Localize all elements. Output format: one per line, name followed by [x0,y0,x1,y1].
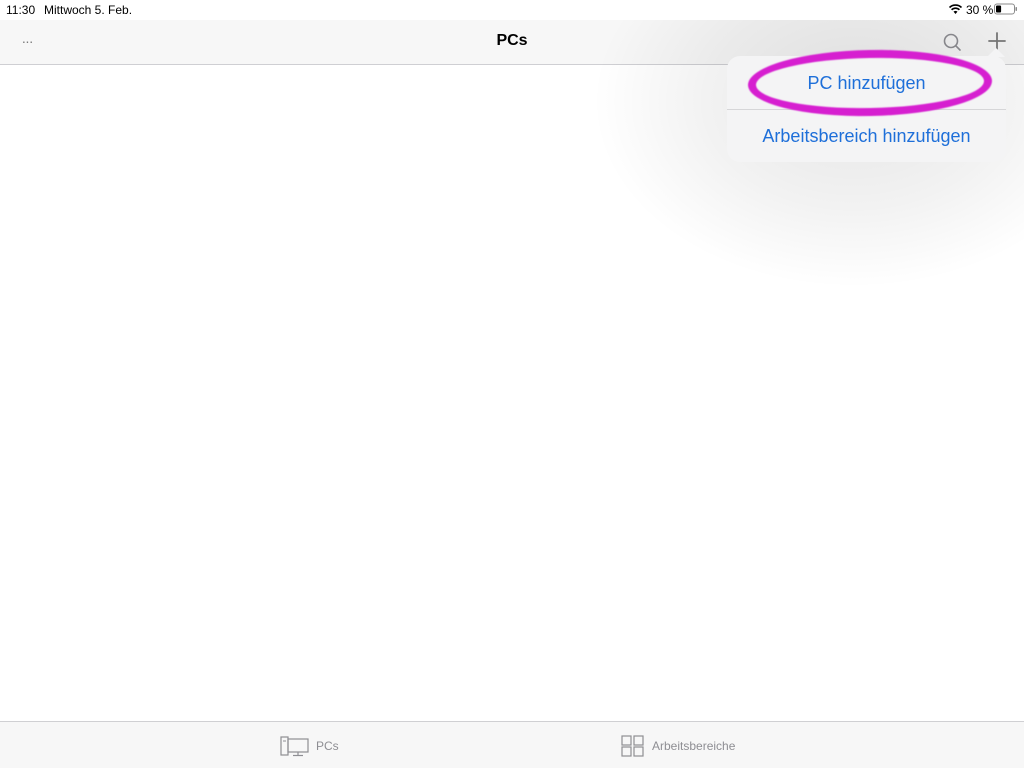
tab-workspaces-label: Arbeitsbereiche [652,738,736,753]
tab-pcs[interactable]: PCs [280,722,339,768]
battery-fill [996,5,1002,13]
tab-workspaces[interactable]: Arbeitsbereiche [620,722,735,768]
add-pc-menu-item[interactable]: PC hinzufügen [727,57,1006,109]
screen: 11:30 Mittwoch 5. Feb. 30 % ··· PCs PC h… [0,0,1024,768]
status-time: 11:30 [6,3,36,17]
page-title: PCs [496,32,528,49]
workspaces-grid-icon [621,734,644,757]
tab-bar: PCs Arbeitsbereiche [0,721,1024,768]
status-date: Mittwoch 5. Feb. [44,3,133,17]
status-bar: 11:30 Mittwoch 5. Feb. 30 % [0,0,1024,20]
battery-percent: 30 % [966,3,994,17]
tab-pcs-label: PCs [316,738,339,753]
battery-icon [994,3,1017,15]
add-workspace-menu-item[interactable]: Arbeitsbereich hinzufügen [727,110,1006,162]
add-menu-popover: PC hinzufügen Arbeitsbereich hinzufügen [727,48,1006,162]
popover-arrow [987,48,1005,57]
wifi-icon [948,4,963,14]
search-icon[interactable] [941,31,963,53]
pc-monitor-icon [280,735,309,756]
more-options-button[interactable]: ··· [14,28,40,54]
